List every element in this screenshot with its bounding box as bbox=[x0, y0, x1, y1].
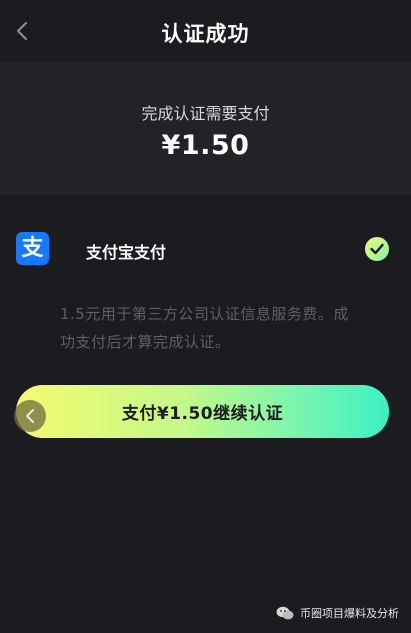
alipay-icon-glyph: 支 bbox=[21, 235, 44, 261]
payment-method-alipay[interactable]: 支 支付宝支付 bbox=[0, 226, 411, 272]
watermark-text: 币圈项目爆料及分析 bbox=[300, 607, 399, 620]
page-title: 认证成功 bbox=[161, 22, 250, 46]
summary-label: 完成认证需要支付 bbox=[141, 104, 270, 123]
check-icon bbox=[370, 243, 384, 255]
wechat-icon bbox=[276, 606, 294, 620]
selected-check-icon[interactable] bbox=[365, 237, 389, 261]
pay-button-label: 支付¥1.50继续认证 bbox=[121, 404, 284, 424]
alipay-icon: 支 bbox=[16, 232, 49, 265]
header: 认证成功 bbox=[0, 0, 411, 62]
payment-method-label: 支付宝支付 bbox=[86, 243, 167, 262]
watermark: 币圈项目爆料及分析 bbox=[276, 605, 399, 621]
chevron-left-icon bbox=[26, 409, 34, 423]
pay-continue-button[interactable]: 支付¥1.50继续认证 bbox=[16, 385, 389, 438]
payment-summary: 完成认证需要支付 ¥1.50 bbox=[0, 62, 411, 195]
fee-note: 1.5元用于第三方公司认证信息服务费。成功支付后才算完成认证。 bbox=[60, 305, 349, 351]
floating-back-button[interactable] bbox=[14, 400, 46, 432]
payment-page: 认证成功 完成认证需要支付 ¥1.50 支 支付宝支付 1.5元用于第三方公司认… bbox=[0, 0, 411, 633]
summary-amount: ¥1.50 bbox=[161, 130, 250, 161]
